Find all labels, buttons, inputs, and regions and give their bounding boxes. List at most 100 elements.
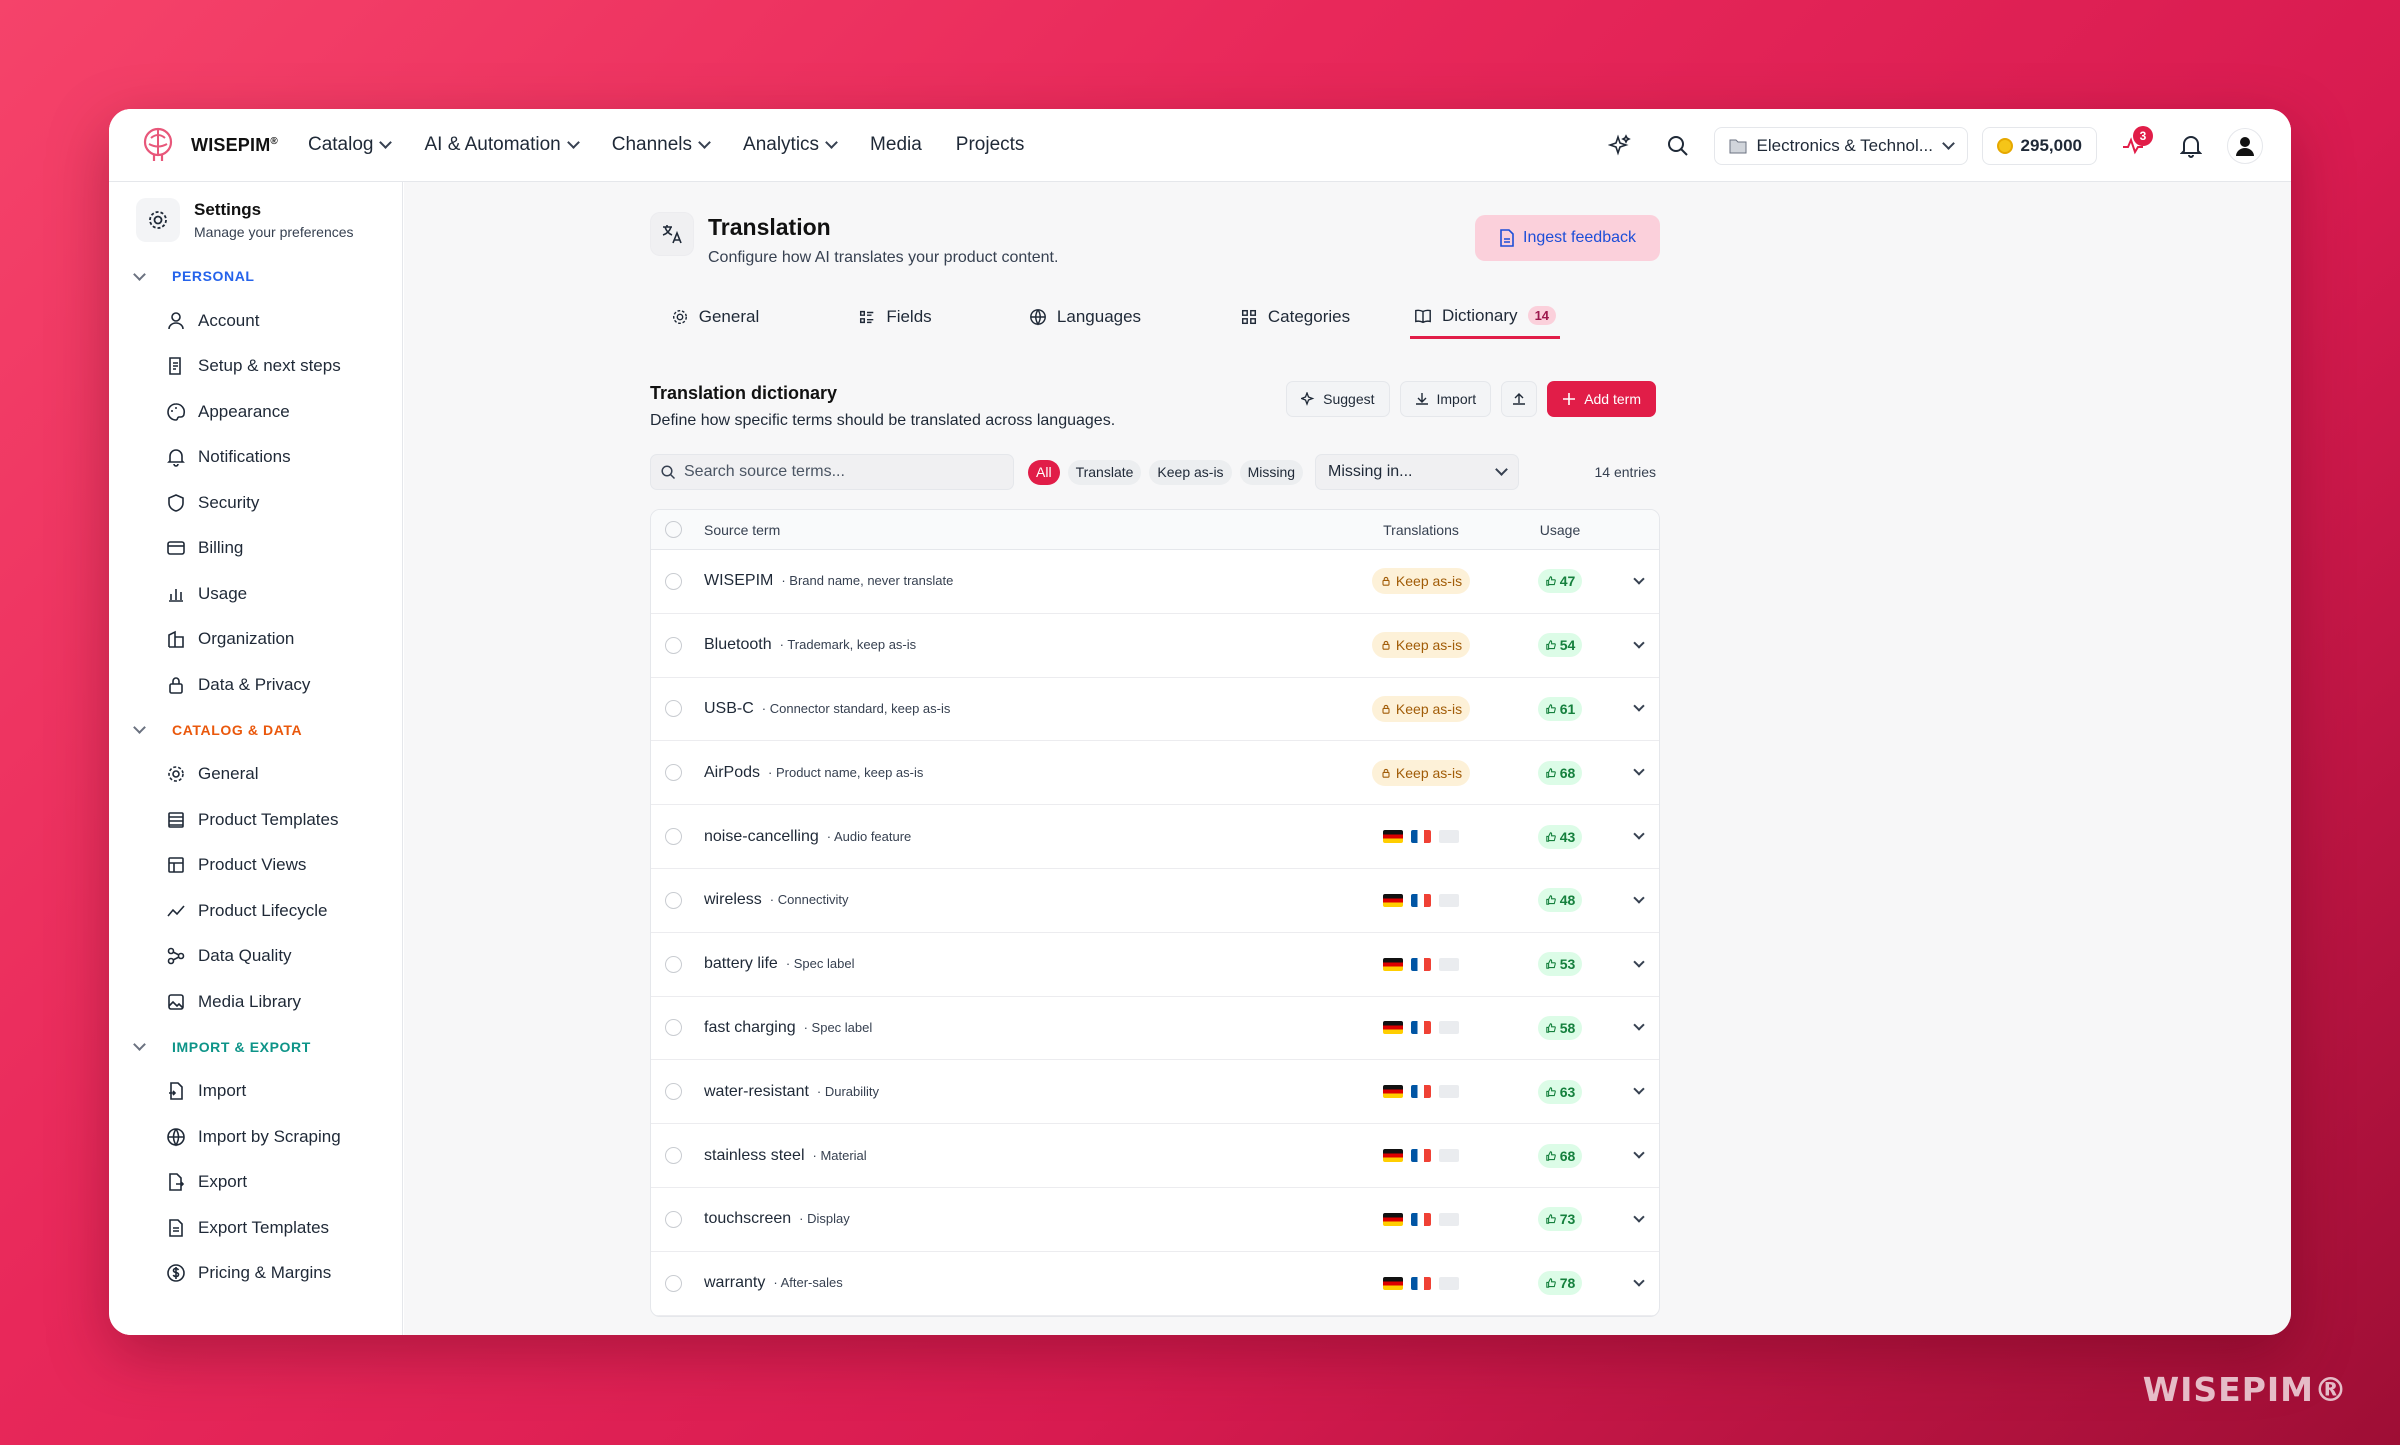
- table-row[interactable]: noise-cancelling · Audio feature 43: [651, 805, 1659, 869]
- expand-button[interactable]: [1619, 764, 1659, 776]
- table-row[interactable]: WISEPIM · Brand name, never translate Keep…: [651, 550, 1659, 614]
- row-checkbox[interactable]: [665, 1210, 682, 1228]
- section-personal[interactable]: PERSONAL: [109, 254, 402, 298]
- tab-general[interactable]: General: [650, 295, 780, 339]
- settings-tabs: General Fields Languages Categories Dictiona…: [650, 295, 1660, 341]
- sidebar-item-notifications[interactable]: Notifications: [109, 435, 402, 481]
- table-row[interactable]: warranty · After-sales 78: [651, 1252, 1659, 1316]
- expand-button[interactable]: [1619, 700, 1659, 713]
- missing-in-select[interactable]: Missing in...: [1315, 454, 1520, 490]
- filter-translate[interactable]: Translate: [1067, 459, 1142, 485]
- section-catalog-and-data[interactable]: CATALOG & DATA: [109, 708, 402, 752]
- translation-flags: [1383, 1021, 1459, 1035]
- nav-catalog[interactable]: Catalog: [308, 134, 393, 156]
- row-checkbox[interactable]: [665, 891, 682, 909]
- suggest-button[interactable]: Suggest: [1286, 381, 1390, 417]
- filter-missing[interactable]: Missing: [1239, 459, 1304, 485]
- sidebar-item-pricing-and-margins[interactable]: Pricing & Margins: [109, 1251, 402, 1297]
- sidebar-item-security[interactable]: Security: [109, 480, 402, 526]
- expand-button[interactable]: [1619, 573, 1659, 585]
- expand-button[interactable]: [1619, 1147, 1659, 1159]
- sidebar-item-setup-and-next-steps[interactable]: Setup & next steps: [109, 344, 402, 390]
- logo[interactable]: WISEPIM®: [137, 124, 278, 166]
- nav-channels[interactable]: Channels: [612, 134, 711, 156]
- flag-gb-icon: [1439, 1149, 1459, 1163]
- sidebar-item-product-views[interactable]: Product Views: [109, 843, 402, 889]
- nav-analytics[interactable]: Analytics: [743, 134, 838, 156]
- table-row[interactable]: fast charging · Spec label 58: [651, 997, 1659, 1061]
- notifications-button[interactable]: [2169, 124, 2213, 168]
- add-term-button[interactable]: Add term: [1547, 381, 1656, 417]
- expand-button[interactable]: [1619, 892, 1659, 904]
- flag-fr-icon: [1411, 1149, 1431, 1163]
- expand-button[interactable]: [1619, 1211, 1659, 1223]
- sidebar-item-export[interactable]: Export: [109, 1160, 402, 1206]
- usage-badge: 58: [1537, 1015, 1583, 1040]
- row-checkbox[interactable]: [665, 1274, 682, 1292]
- upload-icon: [1513, 393, 1526, 405]
- sidebar-item-billing[interactable]: Billing: [109, 526, 402, 572]
- ai-sparkle-button[interactable]: [1598, 124, 1642, 168]
- nav-ai-and-automation[interactable]: AI & Automation: [424, 134, 580, 156]
- row-checkbox[interactable]: [665, 764, 682, 782]
- table-row[interactable]: AirPods · Product name, keep as-is Keep as…: [651, 741, 1659, 806]
- expand-button[interactable]: [1619, 1083, 1659, 1095]
- expand-button[interactable]: [1619, 1019, 1659, 1032]
- tab-languages[interactable]: Languages: [1000, 295, 1170, 339]
- expand-button[interactable]: [1619, 1274, 1659, 1287]
- expand-button[interactable]: [1619, 956, 1659, 968]
- row-checkbox[interactable]: [665, 955, 682, 973]
- sidebar-item-product-lifecycle[interactable]: Product Lifecycle: [109, 888, 402, 934]
- term-note: · Durability: [816, 1083, 880, 1099]
- tab-dictionary[interactable]: Dictionary 14: [1410, 295, 1560, 339]
- table-row[interactable]: USB-C · Connector standard, keep as-is Kee…: [651, 678, 1659, 742]
- row-checkbox[interactable]: [665, 636, 682, 654]
- table-row[interactable]: wireless · Connectivity 48: [651, 869, 1659, 933]
- sidebar-item-usage[interactable]: Usage: [109, 571, 402, 617]
- table-row[interactable]: stainless steel · Material 68: [651, 1124, 1659, 1188]
- row-checkbox[interactable]: [665, 1083, 682, 1101]
- row-checkbox[interactable]: [665, 1147, 682, 1165]
- import-button[interactable]: Import: [1399, 381, 1492, 417]
- section-import-and-export[interactable]: IMPORT & EXPORT: [109, 1025, 402, 1069]
- row-checkbox[interactable]: [665, 1019, 682, 1037]
- select-all-checkbox[interactable]: [665, 521, 682, 538]
- expand-button[interactable]: [1619, 637, 1659, 649]
- sidebar-item-account[interactable]: Account: [109, 298, 402, 344]
- row-checkbox[interactable]: [665, 700, 682, 718]
- search-field[interactable]: Search source terms...: [650, 454, 1014, 490]
- sidebar-item-product-templates[interactable]: Product Templates: [109, 797, 402, 843]
- activity-button[interactable]: 3: [2111, 124, 2155, 168]
- sidebar-item-data-and-privacy[interactable]: Data & Privacy: [109, 662, 402, 708]
- sidebar-item-export-templates[interactable]: Export Templates: [109, 1205, 402, 1251]
- user-avatar[interactable]: [2227, 127, 2263, 164]
- table-row[interactable]: water-resistant · Durability 63: [651, 1060, 1659, 1125]
- table-row[interactable]: touchscreen · Display 73: [651, 1188, 1659, 1252]
- section-label: PERSONAL: [172, 268, 255, 284]
- search-button[interactable]: [1656, 124, 1700, 168]
- expand-button[interactable]: [1619, 828, 1659, 840]
- nav-media[interactable]: Media: [870, 134, 922, 156]
- nav-projects[interactable]: Projects: [956, 134, 1025, 156]
- table-row[interactable]: battery life · Spec label 53: [651, 933, 1659, 997]
- row-checkbox[interactable]: [665, 572, 682, 590]
- sidebar-item-import-by-scraping[interactable]: Import by Scraping: [109, 1114, 402, 1160]
- tab-fields[interactable]: Fields: [830, 295, 960, 339]
- sidebar-item-import[interactable]: Import: [109, 1069, 402, 1115]
- sidebar-item-data-quality[interactable]: Data Quality: [109, 934, 402, 980]
- table-row[interactable]: Bluetooth · Trademark, keep as-is Keep as-…: [651, 614, 1659, 678]
- filter-all[interactable]: All: [1028, 459, 1060, 485]
- export-button[interactable]: [1501, 381, 1538, 417]
- organization-select[interactable]: Electronics & Technol...: [1713, 126, 1968, 165]
- ingest-feedback-button[interactable]: Ingest feedback: [1475, 215, 1660, 261]
- filter-keep-as-is[interactable]: Keep as-is: [1149, 459, 1232, 485]
- sidebar-item-general[interactable]: General: [109, 752, 402, 798]
- palette-icon: [167, 402, 186, 421]
- bell-icon: [2180, 135, 2202, 158]
- sidebar-item-organization[interactable]: Organization: [109, 617, 402, 663]
- sidebar-item-appearance[interactable]: Appearance: [109, 389, 402, 435]
- sidebar-item-media-library[interactable]: Media Library: [109, 979, 402, 1025]
- row-checkbox[interactable]: [665, 828, 682, 846]
- tab-categories[interactable]: Categories: [1220, 295, 1370, 339]
- credits-badge[interactable]: 295,000: [1981, 126, 2097, 165]
